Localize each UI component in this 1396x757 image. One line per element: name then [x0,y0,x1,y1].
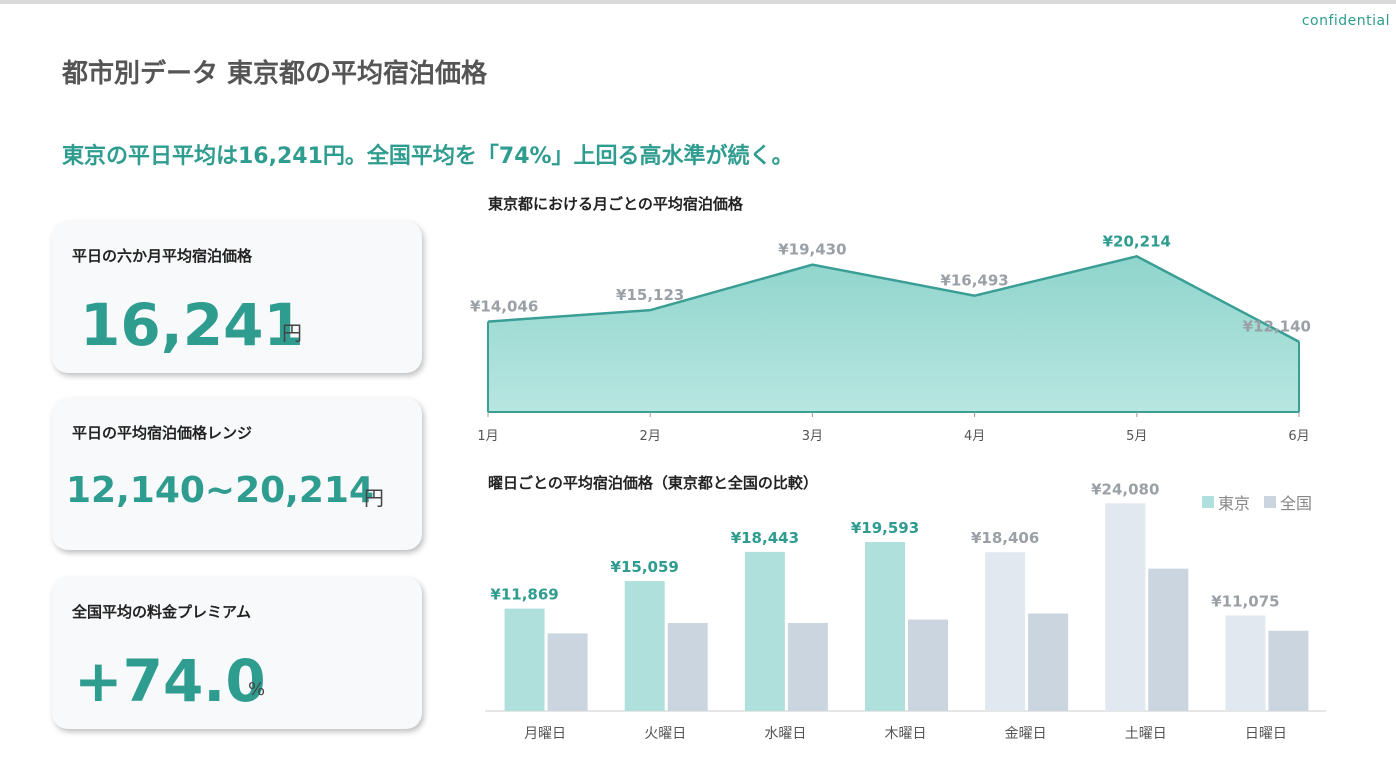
data-label: ¥11,075 [1211,592,1279,610]
area-chart-title: 東京都における月ごとの平均宿泊価格 [488,195,743,213]
data-label: ¥14,046 [470,298,538,316]
data-label: ¥19,430 [778,241,846,259]
bar-national [1268,630,1309,711]
data-label: ¥15,059 [611,558,679,576]
data-label: ¥11,869 [490,586,558,604]
top-rule [0,0,1396,4]
bar-tokyo [1105,503,1146,711]
x-tick-label: 日曜日 [1245,726,1287,742]
bar-national [908,619,948,711]
data-label: ¥24,080 [1091,480,1159,498]
x-tick-label: 2月 [640,429,661,444]
x-tick-label: 5月 [1126,429,1147,444]
monthly-area-chart: 1月 ¥14,046 2月 ¥15,123 3月 ¥19,430 4月 ¥16,493 5月 ¥2… [470,232,1311,444]
kpi-label: 全国平均の料金プレミアム [72,603,251,621]
kpi-label: 平日の平均宿泊価格レンジ [72,424,253,442]
bar-national [667,623,708,711]
data-label: ¥16,493 [940,272,1008,290]
kpi-unit: 円 [282,321,302,345]
kpi-value: 16,241 [80,291,304,359]
kpi-card-range: 平日の平均宿泊価格レンジ 12,140~20,214 円 [52,398,422,550]
x-tick-label: 1月 [477,429,498,444]
kpi-value: 12,140~20,214 [66,470,375,511]
data-label: ¥12,140 [1243,318,1311,336]
bar-tokyo [865,541,905,711]
data-label: ¥19,593 [851,519,919,537]
confidential-label: confidential [1301,13,1390,29]
headline: 東京の平日平均は16,241円。全国平均を「74%」上回る高水準が続く。 [62,144,794,169]
data-label: ¥20,214 [1103,232,1171,250]
kpi-label: 平日の六か月平均宿泊価格 [72,247,253,265]
data-label: ¥15,123 [616,286,684,304]
x-tick-label: 6月 [1288,429,1309,444]
bar-national [787,623,828,711]
x-tick-label: 火曜日 [644,726,686,742]
kpi-card-premium: 全国平均の料金プレミアム +74.0 % [52,577,422,729]
page-title: 都市別データ 東京都の平均宿泊価格 [62,59,488,89]
bar-national [1148,568,1189,711]
weekday-bar-chart: ¥11,869 月曜日 ¥15,059 火曜日 ¥18,443 水曜日 ¥19,593 木曜日… [485,480,1326,742]
x-tick-label: 土曜日 [1125,726,1167,742]
bar-tokyo [1225,615,1266,711]
x-tick-label: 木曜日 [885,726,927,742]
x-tick-label: 4月 [964,429,985,444]
kpi-card-average: 平日の六か月平均宿泊価格 16,241 円 [52,221,422,373]
kpi-unit: % [248,679,266,700]
bar-tokyo [985,552,1026,711]
data-label: ¥18,443 [731,529,799,547]
bar-tokyo [504,608,545,711]
bar-tokyo [744,551,785,711]
data-label: ¥18,406 [971,529,1039,547]
x-tick-label: 月曜日 [524,726,566,742]
bar-tokyo [624,581,665,711]
x-tick-label: 3月 [802,429,823,444]
bar-national [547,633,588,711]
x-tick-label: 水曜日 [764,726,806,742]
kpi-value: +74.0 [74,647,266,715]
kpi-unit: 円 [364,486,384,510]
x-tick-label: 金曜日 [1005,726,1047,742]
bar-national [1028,613,1069,711]
